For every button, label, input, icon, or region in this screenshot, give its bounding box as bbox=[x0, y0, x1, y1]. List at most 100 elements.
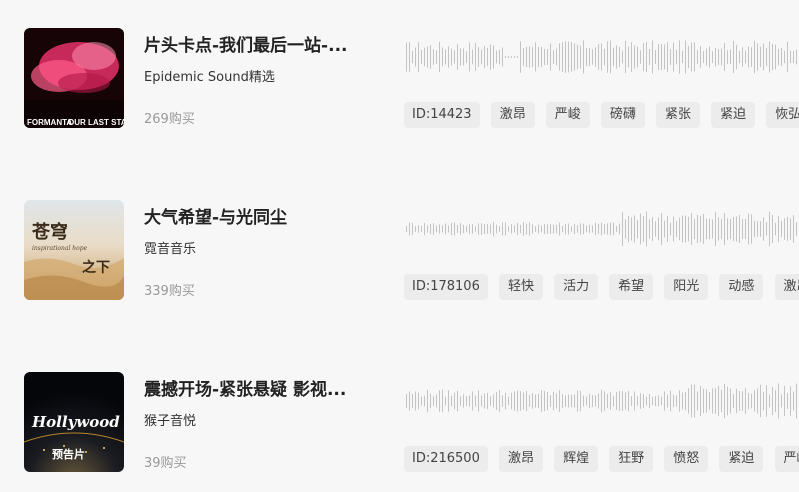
waveform-bar bbox=[445, 223, 446, 235]
waveform-bar bbox=[703, 214, 704, 244]
tag[interactable]: 激昂 bbox=[774, 274, 799, 300]
waveform-bar bbox=[511, 56, 512, 58]
waveform-bar bbox=[469, 223, 470, 235]
tag[interactable]: 辉煌 bbox=[554, 446, 599, 472]
waveform-bar bbox=[778, 48, 779, 66]
track-title[interactable]: 震撼开场-紧张悬疑 影视... bbox=[144, 375, 374, 400]
waveform-bar bbox=[520, 391, 521, 411]
waveform-bar bbox=[625, 219, 626, 239]
tag[interactable]: 阳光 bbox=[664, 274, 709, 300]
waveform-bar bbox=[619, 223, 620, 235]
waveform-bar bbox=[571, 42, 572, 72]
waveform-bar bbox=[568, 394, 569, 408]
waveform-bar bbox=[553, 391, 554, 411]
waveform-bar bbox=[685, 215, 686, 243]
waveform-bar bbox=[763, 43, 764, 71]
track-cover-image[interactable]: FORMANTA OUR LAST STAND bbox=[24, 28, 124, 128]
track-list: FORMANTA OUR LAST STAND 片头卡点-我们最后一站-... … bbox=[0, 0, 799, 492]
track-cover-image[interactable]: Hollywood 预告片 bbox=[24, 372, 124, 472]
waveform-bar bbox=[733, 394, 734, 408]
track-artist[interactable]: 猴子音悦 bbox=[144, 410, 196, 429]
waveform-bar bbox=[763, 217, 764, 241]
waveform-bar bbox=[610, 392, 611, 410]
waveform-bar bbox=[598, 223, 599, 235]
waveform-bar bbox=[532, 46, 533, 68]
waveform-bar bbox=[736, 388, 737, 414]
waveform-bar bbox=[574, 223, 575, 235]
tag[interactable]: 紧张 bbox=[656, 102, 701, 128]
waveform-bar bbox=[463, 48, 464, 66]
waveform-bar bbox=[589, 393, 590, 409]
tag[interactable]: 激昂 bbox=[498, 446, 543, 472]
waveform-bar bbox=[538, 393, 539, 409]
waveform-bar bbox=[628, 390, 629, 412]
waveform-bar bbox=[691, 213, 692, 245]
track-id-badge: ID:216500 bbox=[404, 446, 488, 472]
waveform-bar bbox=[481, 395, 482, 407]
waveform-bar bbox=[670, 49, 671, 65]
waveform-bar bbox=[727, 386, 728, 416]
tag[interactable]: 活力 bbox=[554, 274, 599, 300]
track-artist[interactable]: 霓音音乐 bbox=[144, 238, 196, 257]
waveform[interactable] bbox=[404, 380, 799, 422]
waveform-bar bbox=[751, 47, 752, 67]
waveform-bar bbox=[532, 393, 533, 409]
track-title[interactable]: 片头卡点-我们最后一站-... bbox=[144, 31, 374, 56]
waveform-bar bbox=[604, 48, 605, 66]
tag[interactable]: 激昂 bbox=[490, 102, 535, 128]
tag[interactable]: 轻快 bbox=[498, 274, 543, 300]
waveform-bar bbox=[544, 223, 545, 235]
waveform-bar bbox=[451, 222, 452, 236]
waveform-bar bbox=[691, 384, 692, 418]
tag[interactable]: 磅礴 bbox=[600, 102, 645, 128]
waveform-bar bbox=[586, 396, 587, 406]
waveform-bar bbox=[694, 384, 695, 418]
waveform-bar bbox=[634, 391, 635, 411]
waveform-bar bbox=[481, 49, 482, 65]
track-artist[interactable]: Epidemic Sound精选 bbox=[144, 66, 275, 85]
waveform-bar bbox=[439, 224, 440, 234]
waveform-bar bbox=[613, 47, 614, 67]
tag[interactable]: 严峻 bbox=[774, 446, 799, 472]
waveform-bar bbox=[571, 226, 572, 232]
tag[interactable]: 动感 bbox=[719, 274, 764, 300]
waveform-bar bbox=[712, 50, 713, 64]
waveform-bar bbox=[733, 216, 734, 242]
waveform-bar bbox=[469, 42, 470, 72]
tag[interactable]: 恢弘 bbox=[766, 102, 799, 128]
waveform[interactable] bbox=[404, 36, 799, 78]
waveform-bar bbox=[565, 223, 566, 235]
waveform-bar bbox=[418, 392, 419, 410]
waveform-bar bbox=[793, 215, 794, 243]
waveform-bar bbox=[625, 40, 626, 74]
track-title[interactable]: 大气希望-与光同尘 bbox=[144, 203, 374, 228]
waveform-bar bbox=[448, 225, 449, 233]
waveform-bar bbox=[478, 390, 479, 412]
waveform-bar bbox=[730, 49, 731, 65]
waveform-bar bbox=[415, 226, 416, 232]
waveform-bar bbox=[583, 223, 584, 235]
waveform-bar bbox=[406, 225, 407, 233]
tag[interactable]: 希望 bbox=[609, 274, 654, 300]
waveform-bar bbox=[529, 46, 530, 68]
tag[interactable]: 紧迫 bbox=[711, 102, 756, 128]
waveform[interactable] bbox=[404, 208, 799, 250]
tag[interactable]: 严峻 bbox=[545, 102, 590, 128]
waveform-bar bbox=[739, 50, 740, 64]
tag[interactable]: 狂野 bbox=[609, 446, 654, 472]
waveform-bar bbox=[697, 391, 698, 411]
tag[interactable]: 紧迫 bbox=[719, 446, 764, 472]
waveform-bar bbox=[412, 50, 413, 64]
waveform-bar bbox=[454, 222, 455, 236]
waveform-bar bbox=[559, 222, 560, 236]
waveform-bar bbox=[598, 393, 599, 409]
waveform-bar bbox=[550, 395, 551, 407]
waveform-bar bbox=[565, 41, 566, 73]
waveform-bar bbox=[760, 221, 761, 237]
waveform-bar bbox=[616, 45, 617, 69]
tag[interactable]: 愤怒 bbox=[664, 446, 709, 472]
waveform-bar bbox=[499, 226, 500, 232]
waveform-bar bbox=[544, 48, 545, 66]
waveform-bar bbox=[541, 225, 542, 233]
track-cover-image[interactable]: 苍穹 inspirational hope 之下 bbox=[24, 200, 124, 300]
